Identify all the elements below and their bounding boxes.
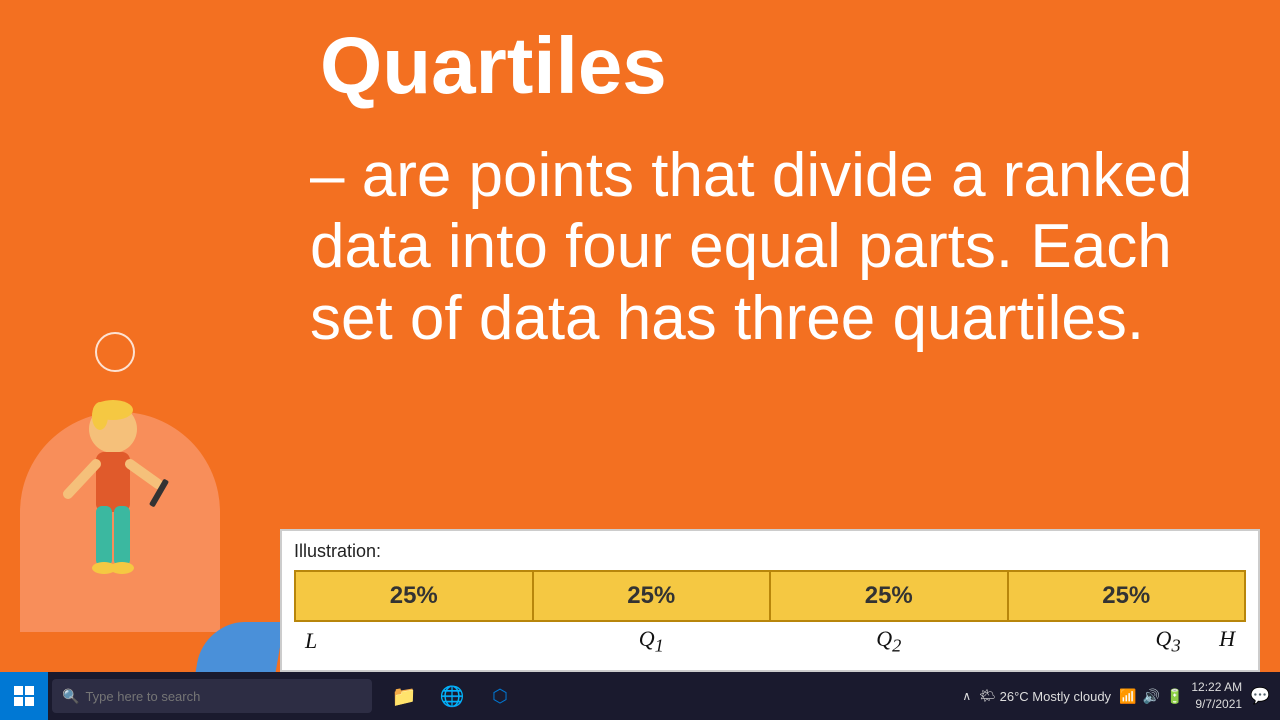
file-explorer-icon: 📁 <box>392 684 417 709</box>
weather-icon: 🌤 <box>979 688 996 704</box>
windows-icon <box>13 685 35 707</box>
search-icon: 🔍 <box>62 688 79 705</box>
label-Q1: Q1 <box>533 621 771 656</box>
slide-background: Quartiles – are points that divide a ran… <box>0 0 1280 672</box>
volume-icon[interactable]: 🔊 <box>1143 688 1160 705</box>
pct-cell-3: 25% <box>770 571 1008 621</box>
illustration-label: Illustration: <box>294 541 1246 562</box>
slide-body-text: – are points that divide a ranked data i… <box>310 140 1260 354</box>
slide-title: Quartiles <box>320 20 667 112</box>
taskbar: 🔍 📁 🌐 ⬡ ∧ 🌤 26°C Mostly cloudy 📶 🔊 🔋 <box>0 672 1280 720</box>
search-input[interactable] <box>85 689 362 704</box>
quartile-label-row: L Q1 Q2 Q3 H <box>295 621 1245 656</box>
start-button[interactable] <box>0 672 48 720</box>
tray-overflow-icon[interactable]: ∧ <box>962 689 971 703</box>
weather-text: 26°C Mostly cloudy <box>1000 689 1111 704</box>
chrome-icon: 🌐 <box>440 684 465 709</box>
edge-app[interactable]: ⬡ <box>478 674 522 718</box>
label-Q2: Q2 <box>770 621 1008 656</box>
taskbar-search-bar[interactable]: 🔍 <box>52 679 372 713</box>
taskbar-weather: 🌤 26°C Mostly cloudy <box>979 688 1111 704</box>
label-L: L <box>295 621 533 656</box>
decorative-figure <box>0 332 280 672</box>
edge-icon: ⬡ <box>492 686 508 707</box>
illustration-box: Illustration: 25% 25% 25% 25% L Q1 Q2 Q3… <box>280 529 1260 672</box>
taskbar-system-icons: 📶 🔊 🔋 <box>1119 688 1183 705</box>
pct-cell-1: 25% <box>295 571 533 621</box>
taskbar-system-tray: ∧ 🌤 26°C Mostly cloudy 📶 🔊 🔋 12:22 AM 9/… <box>962 679 1280 713</box>
network-icon[interactable]: 📶 <box>1119 688 1136 705</box>
head-circle <box>95 332 135 372</box>
taskbar-apps: 📁 🌐 ⬡ <box>382 674 522 718</box>
percentage-row: 25% 25% 25% 25% <box>295 571 1245 621</box>
taskbar-time-line1: 12:22 AM <box>1191 679 1242 696</box>
file-explorer-app[interactable]: 📁 <box>382 674 426 718</box>
person-illustration <box>28 384 208 644</box>
taskbar-time-line2: 9/7/2021 <box>1191 696 1242 713</box>
battery-icon[interactable]: 🔋 <box>1166 688 1183 705</box>
pct-cell-2: 25% <box>533 571 771 621</box>
pct-cell-4: 25% <box>1008 571 1246 621</box>
taskbar-clock[interactable]: 12:22 AM 9/7/2021 <box>1191 679 1242 713</box>
label-Q3: Q3 H <box>1008 621 1246 656</box>
chrome-app[interactable]: 🌐 <box>430 674 474 718</box>
quartile-table: 25% 25% 25% 25% L Q1 Q2 Q3 H <box>294 570 1246 656</box>
notification-icon[interactable]: 💬 <box>1250 686 1270 706</box>
